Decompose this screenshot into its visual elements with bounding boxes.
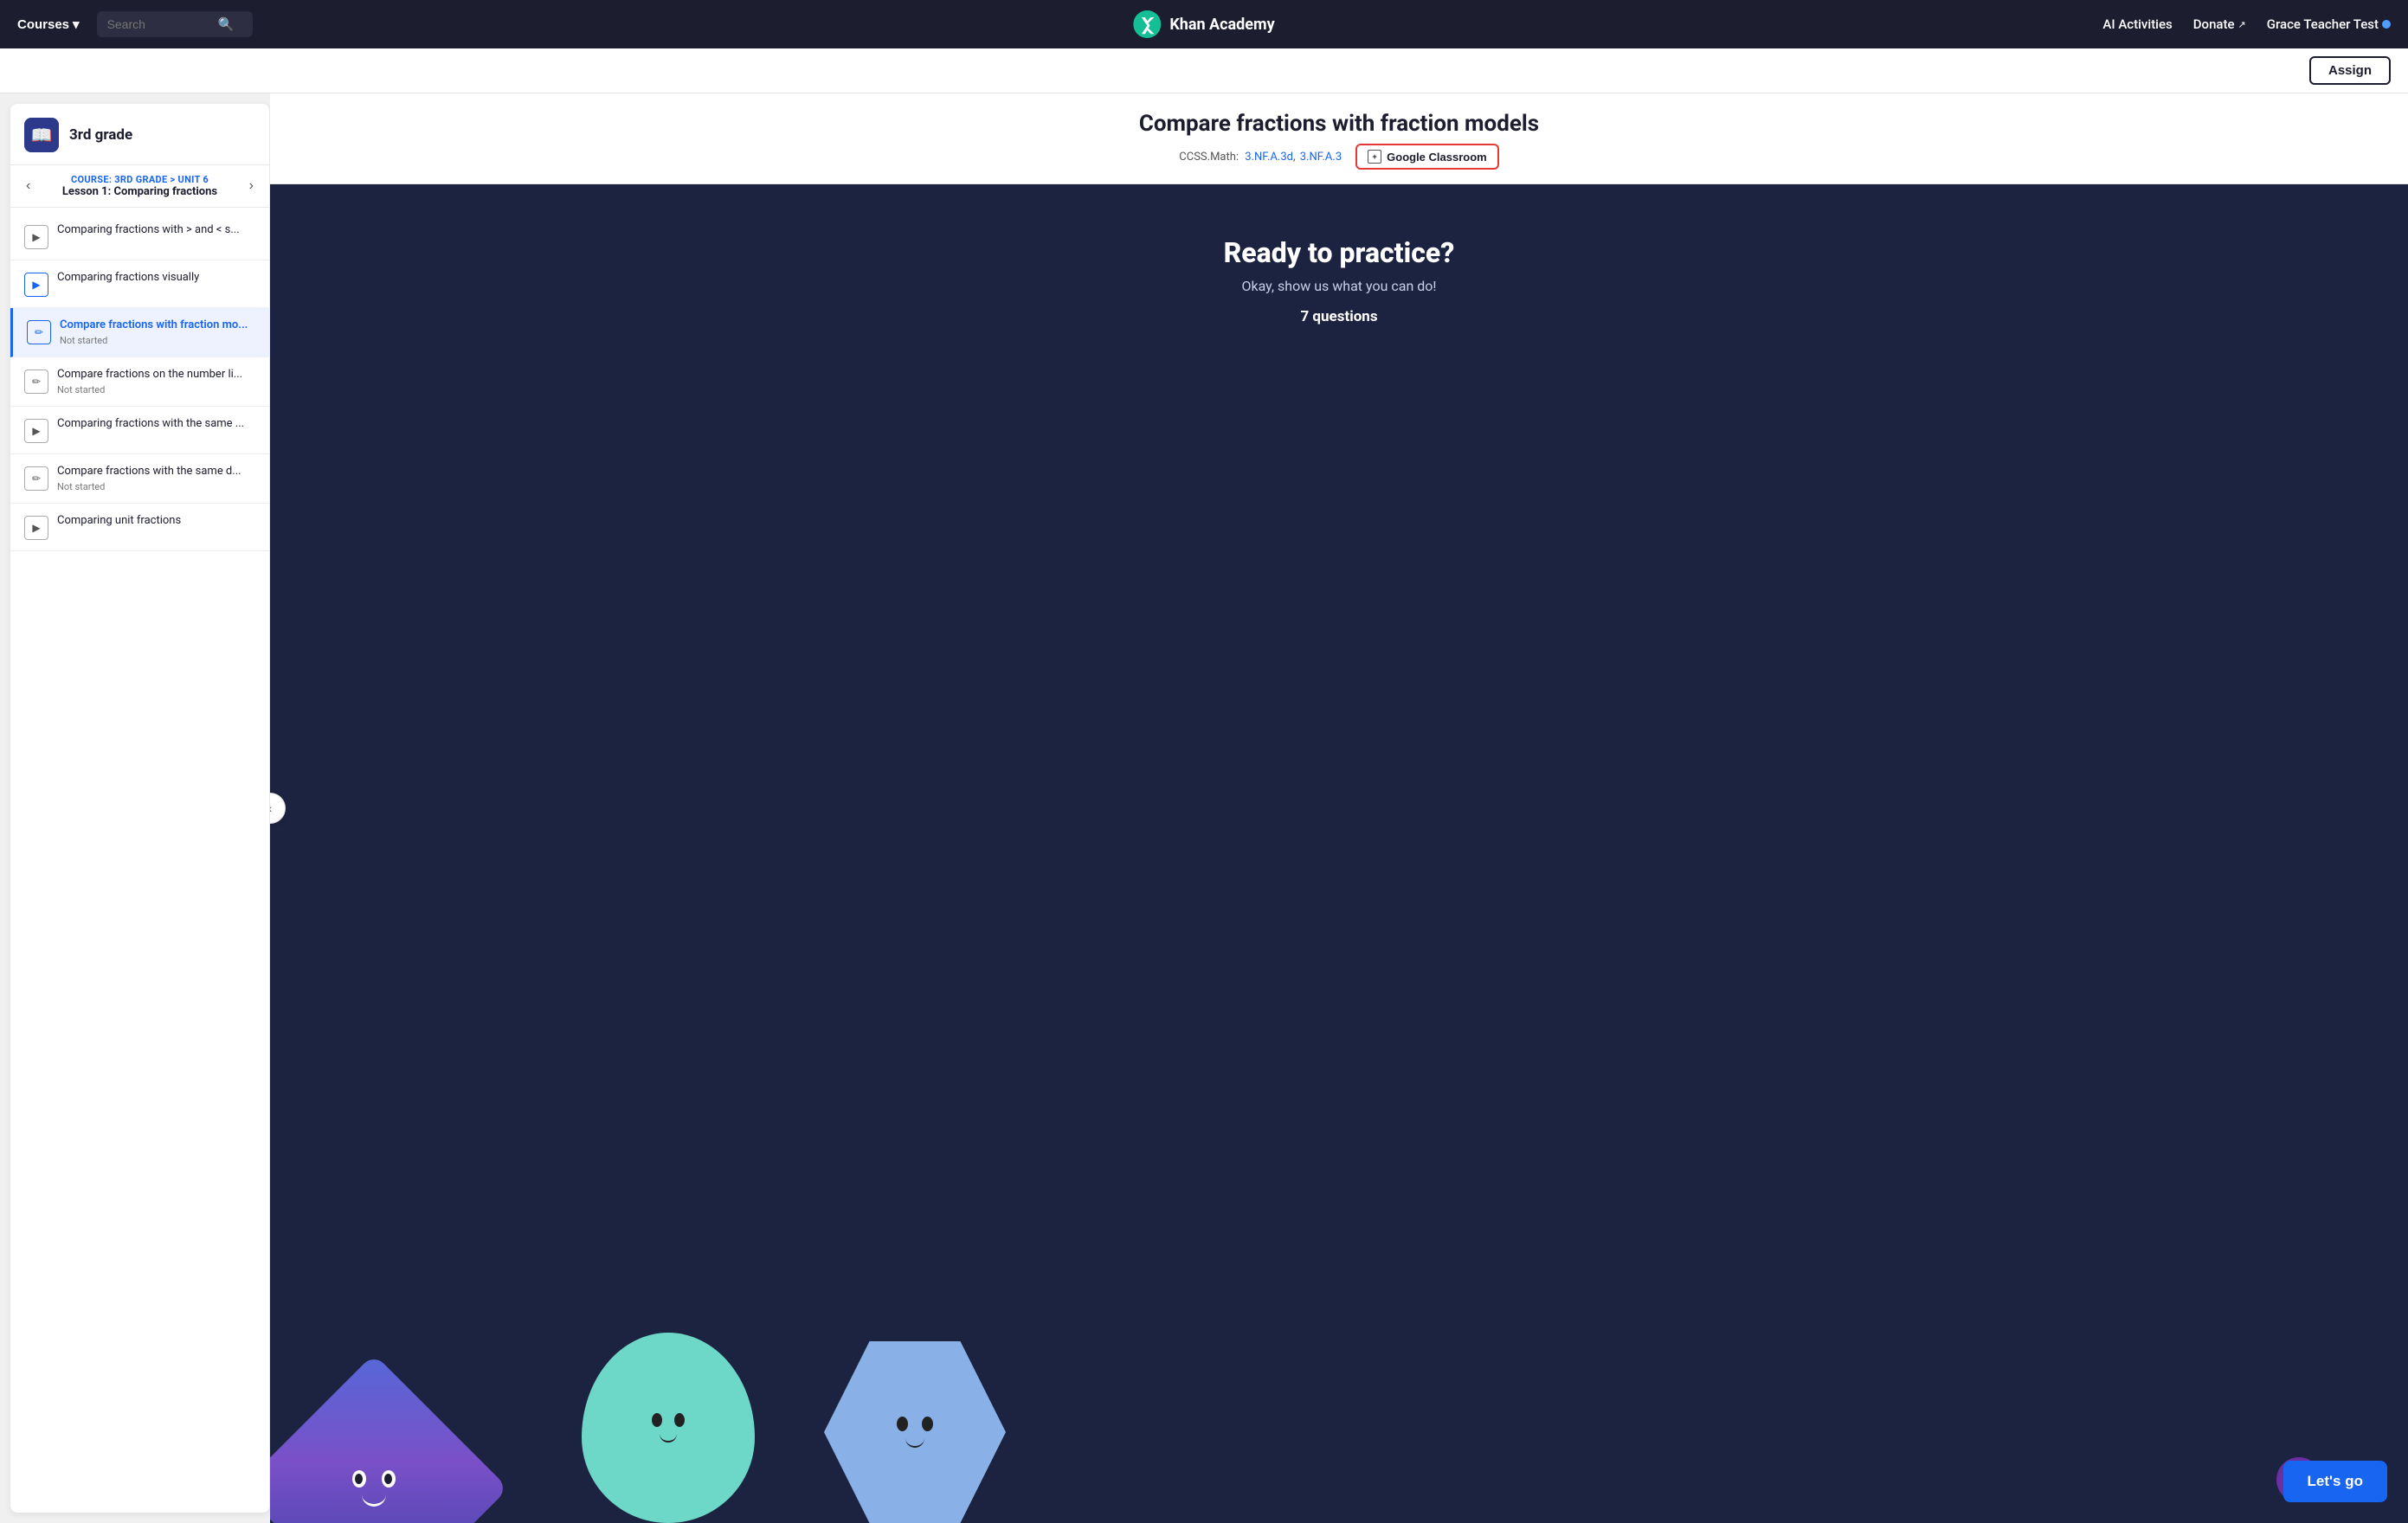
video-icon: ▶ <box>24 419 48 443</box>
right-pupil <box>384 1474 392 1484</box>
practice-title: Ready to practice? <box>1224 236 1455 269</box>
diamond-face <box>352 1470 396 1507</box>
navbar-right: AI Activities Donate ↗ Grace Teacher Tes… <box>2102 16 2391 32</box>
content-title: Compare fractions with fraction models <box>305 111 2373 137</box>
diamond-character <box>270 1393 469 1523</box>
diamond-shape <box>270 1353 509 1523</box>
item-title: Compare fractions with the same d... <box>57 465 255 479</box>
google-classroom-icon: + <box>1368 150 1381 164</box>
search-input[interactable] <box>107 17 211 31</box>
lets-go-button[interactable]: Let's go <box>2283 1461 2388 1502</box>
search-bar[interactable]: 🔍 <box>97 11 253 37</box>
item-status: Not started <box>57 384 255 395</box>
ccss-link-2[interactable]: 3.NF.A.3 <box>1300 151 1342 164</box>
item-content: Compare fractions on the number li... No… <box>57 368 255 395</box>
assign-button[interactable]: Assign <box>2309 56 2391 85</box>
hex-smile <box>905 1438 924 1448</box>
item-title: Comparing fractions with > and < s... <box>57 223 255 238</box>
green-left-eye <box>652 1413 662 1427</box>
username-label: Grace Teacher Test <box>2267 16 2379 32</box>
item-content: Comparing fractions visually <box>57 271 255 286</box>
item-status: Not started <box>57 481 255 492</box>
main-layout: 📖 3rd grade ‹ COURSE: 3RD GRADE > UNIT 6… <box>0 93 2408 1523</box>
prev-lesson-button[interactable]: ‹ <box>23 177 34 196</box>
external-link-icon: ↗ <box>2238 19 2246 30</box>
lesson-title: Lesson 1: Comparing fractions <box>62 185 217 198</box>
ccss-link-1[interactable]: 3.NF.A.3d <box>1245 151 1293 164</box>
lesson-list: ▶ Comparing fractions with > and < s... … <box>10 208 269 556</box>
practice-count: 7 questions <box>1300 308 1377 325</box>
assign-bar: Assign <box>0 48 2408 93</box>
hex-eyes <box>897 1417 933 1431</box>
content-meta: CCSS.Math: 3.NF.A.3d, 3.NF.A.3 + Google … <box>305 144 2373 170</box>
video-icon: ▶ <box>24 273 48 297</box>
lesson-item[interactable]: ✏ Compare fractions on the number li... … <box>10 357 269 407</box>
sidebar: 📖 3rd grade ‹ COURSE: 3RD GRADE > UNIT 6… <box>10 104 270 1513</box>
right-eye <box>382 1470 396 1488</box>
lesson-breadcrumb: COURSE: 3RD GRADE > UNIT 6 <box>62 174 217 185</box>
ka-logo-icon <box>1133 10 1161 38</box>
lesson-nav: ‹ COURSE: 3RD GRADE > UNIT 6 Lesson 1: C… <box>10 165 269 208</box>
item-content: Comparing fractions with > and < s... <box>57 223 255 238</box>
green-face <box>652 1333 685 1523</box>
courses-label: Courses <box>17 17 69 32</box>
hex-left-eye <box>897 1417 908 1431</box>
google-classroom-button[interactable]: + Google Classroom <box>1355 144 1499 170</box>
practice-area: Ready to practice? Okay, show us what yo… <box>270 184 2408 1523</box>
next-lesson-button[interactable]: › <box>246 177 257 196</box>
navbar-left: Courses ▾ 🔍 <box>17 11 253 37</box>
search-icon: 🔍 <box>218 16 235 32</box>
left-pupil <box>355 1474 363 1484</box>
practice-subtitle: Okay, show us what you can do! <box>1241 278 1436 294</box>
notification-dot <box>2382 20 2391 29</box>
exercise-icon: ✏ <box>24 370 48 394</box>
smile <box>362 1494 386 1507</box>
green-smile <box>660 1434 677 1443</box>
content-area: ‹ Compare fractions with fraction models… <box>270 93 2408 1523</box>
exercise-icon: ✏ <box>24 466 48 491</box>
item-title: Comparing fractions visually <box>57 271 255 286</box>
characters-area <box>270 1298 2408 1523</box>
lesson-item[interactable]: ▶ Comparing fractions with the same ... <box>10 407 269 454</box>
item-title: Comparing fractions with the same ... <box>57 417 255 432</box>
ccss-info: CCSS.Math: 3.NF.A.3d, 3.NF.A.3 <box>1179 151 1342 164</box>
courses-button[interactable]: Courses ▾ <box>17 16 80 32</box>
lesson-item-active[interactable]: ✏ Compare fractions with fraction mo... … <box>10 308 269 357</box>
grade-header: 📖 3rd grade <box>10 104 269 165</box>
diamond-eyes <box>352 1470 396 1488</box>
donate-link[interactable]: Donate ↗ <box>2193 16 2246 32</box>
user-menu[interactable]: Grace Teacher Test <box>2267 16 2391 32</box>
item-content: Compare fractions with the same d... Not… <box>57 465 255 492</box>
hex-character <box>824 1341 1006 1523</box>
item-status: Not started <box>60 335 255 346</box>
item-title: Compare fractions with fraction mo... <box>60 318 255 333</box>
video-icon: ▶ <box>24 516 48 540</box>
exercise-icon: ✏ <box>27 320 51 344</box>
brand-name: Khan Academy <box>1169 16 1274 34</box>
item-content: Comparing fractions with the same ... <box>57 417 255 432</box>
chevron-down-icon: ▾ <box>73 16 80 32</box>
item-content: Comparing unit fractions <box>57 514 255 529</box>
green-blob-character <box>582 1333 755 1523</box>
green-right-eye <box>674 1413 685 1427</box>
content-header: Compare fractions with fraction models C… <box>270 93 2408 184</box>
ai-activities-link[interactable]: AI Activities <box>2102 16 2172 32</box>
lesson-item[interactable]: ▶ Comparing fractions with > and < s... <box>10 213 269 260</box>
grade-title: 3rd grade <box>69 126 132 144</box>
hex-right-eye <box>922 1417 933 1431</box>
video-icon: ▶ <box>24 225 48 249</box>
item-content: Compare fractions with fraction mo... No… <box>60 318 255 346</box>
navbar-center: Khan Academy <box>1133 10 1274 38</box>
lesson-nav-center: COURSE: 3RD GRADE > UNIT 6 Lesson 1: Com… <box>62 174 217 198</box>
lesson-item[interactable]: ▶ Comparing fractions visually <box>10 260 269 308</box>
green-eyes <box>652 1413 685 1427</box>
left-eye <box>352 1470 366 1488</box>
hex-face <box>897 1341 933 1523</box>
item-title: Comparing unit fractions <box>57 514 255 529</box>
navbar: Courses ▾ 🔍 Khan Academy AI Activities D… <box>0 0 2408 48</box>
lesson-item[interactable]: ✏ Compare fractions with the same d... N… <box>10 454 269 504</box>
lesson-item[interactable]: ▶ Comparing unit fractions <box>10 504 269 551</box>
grade-icon: 📖 <box>24 118 59 152</box>
item-title: Compare fractions on the number li... <box>57 368 255 382</box>
